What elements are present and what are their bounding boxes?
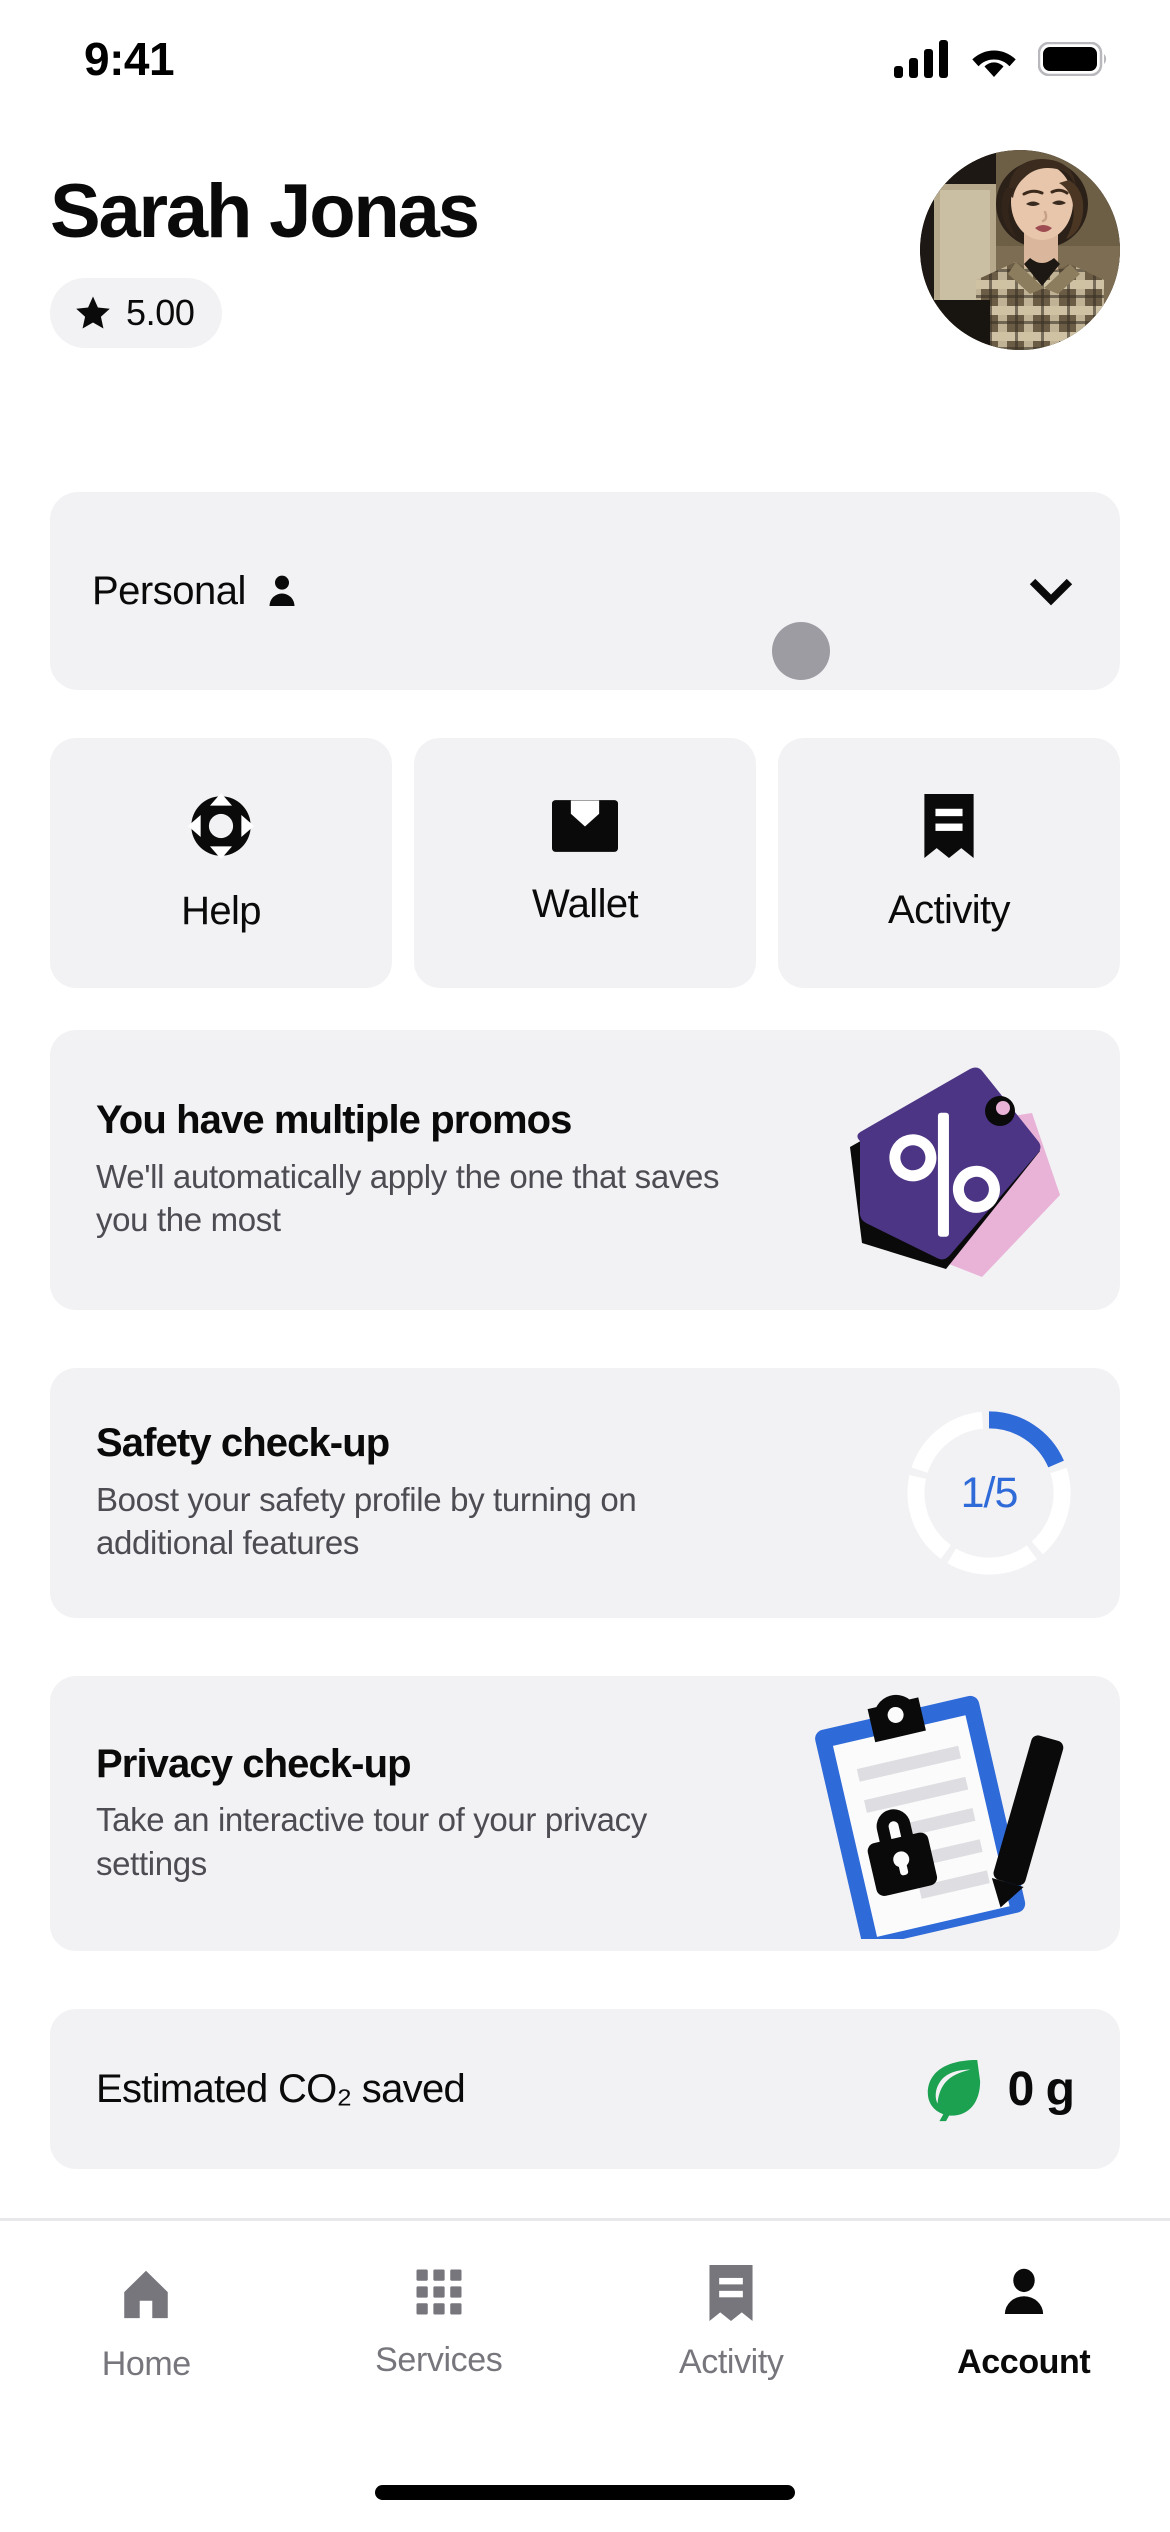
wifi-icon xyxy=(972,50,1016,77)
page-title: Sarah Jonas xyxy=(50,169,480,254)
card-privacy-checkup[interactable]: Privacy check-up Take an interactive tou… xyxy=(50,1676,1120,1951)
lifebuoy-icon xyxy=(188,792,254,859)
tab-account-label: Account xyxy=(957,2343,1091,2381)
card-privacy-title: Privacy check-up xyxy=(96,1741,412,1786)
card-promos-text: You have multiple promos We'll automatic… xyxy=(96,1098,726,1242)
quick-action-wallet[interactable]: Wallet xyxy=(414,738,756,988)
receipt-icon xyxy=(709,2265,753,2321)
quick-action-activity-label: Activity xyxy=(888,887,1010,932)
card-safety-art: 1/5 xyxy=(904,1408,1074,1578)
status-icons xyxy=(894,40,1108,78)
tab-account[interactable]: Account xyxy=(878,2265,1170,2382)
card-safety-checkup[interactable]: Safety check-up Boost your safety profil… xyxy=(50,1368,1120,1618)
person-icon xyxy=(1004,2268,1043,2314)
quick-action-help-label: Help xyxy=(181,888,261,933)
quick-action-activity[interactable]: Activity xyxy=(778,738,1120,988)
avatar-image xyxy=(920,150,1120,350)
rating-badge: 5.00 xyxy=(50,277,223,348)
battery-full-icon xyxy=(1038,42,1107,76)
card-co2-value-group: 0 g xyxy=(922,2056,1075,2122)
tab-activity[interactable]: Activity xyxy=(585,2265,878,2382)
home-indicator xyxy=(375,2485,795,2500)
card-safety-subtitle: Boost your safety profile by turning on … xyxy=(96,1480,637,1562)
account-type-label: Personal xyxy=(92,568,246,613)
safety-progress-label: 1/5 xyxy=(960,1468,1019,1517)
tab-activity-label: Activity xyxy=(679,2343,784,2381)
quick-actions-row: Help Wallet Activity xyxy=(50,738,1120,988)
card-co2-value: 0 g xyxy=(1007,2062,1075,2116)
account-type-current: Personal xyxy=(92,569,302,614)
tab-home-label: Home xyxy=(101,2345,192,2383)
status-bar: 9:41 xyxy=(0,0,1170,118)
card-privacy-text: Privacy check-up Take an interactive tou… xyxy=(96,1742,726,1886)
quick-action-wallet-label: Wallet xyxy=(531,881,639,926)
profile-header: Sarah Jonas 5.00 xyxy=(0,150,1170,350)
star-icon xyxy=(76,296,110,329)
chevron-down-icon[interactable] xyxy=(1024,564,1078,618)
card-promos-subtitle: We'll automatically apply the one that s… xyxy=(96,1157,720,1239)
bottom-tab-bar: Home Services Activity Account xyxy=(0,2221,1170,2421)
grid-icon xyxy=(416,2269,462,2315)
account-type-switcher[interactable]: Personal xyxy=(50,492,1120,690)
receipt-icon xyxy=(924,793,974,858)
wallet-icon xyxy=(552,799,618,852)
tab-home[interactable]: Home xyxy=(0,2265,293,2384)
card-promos-title: You have multiple promos xyxy=(96,1098,572,1143)
rating-value: 5.00 xyxy=(126,291,195,333)
cursor-indicator xyxy=(772,622,830,680)
promo-tag-illustration xyxy=(850,1067,1060,1277)
card-safety-text: Safety check-up Boost your safety profil… xyxy=(96,1421,726,1565)
card-safety-title: Safety check-up xyxy=(96,1421,390,1466)
card-privacy-subtitle: Take an interactive tour of your privacy… xyxy=(96,1801,647,1882)
card-co2-saved[interactable]: Estimated CO₂ saved 0 g xyxy=(50,2009,1120,2169)
app-screen: 9:41 Sarah Jonas 5.00 Personal Help Wall… xyxy=(0,0,1170,2532)
clipboard-lock-illustration xyxy=(815,1694,1064,1939)
card-co2-label: Estimated CO₂ saved xyxy=(96,2066,466,2111)
card-privacy-art xyxy=(794,1689,1074,1939)
person-icon xyxy=(269,575,295,606)
cellular-signal-icon xyxy=(894,40,948,78)
status-time: 9:41 xyxy=(84,33,175,85)
card-promos-art xyxy=(824,1055,1074,1285)
home-icon xyxy=(124,2270,168,2319)
leaf-icon xyxy=(927,2059,980,2122)
tab-services-label: Services xyxy=(375,2341,503,2379)
profile-header-text: Sarah Jonas 5.00 xyxy=(50,150,480,348)
avatar[interactable] xyxy=(920,150,1120,350)
tab-services[interactable]: Services xyxy=(293,2265,586,2380)
card-promos[interactable]: You have multiple promos We'll automatic… xyxy=(50,1030,1120,1310)
quick-action-help[interactable]: Help xyxy=(50,738,392,988)
safety-progress-ring: 1/5 xyxy=(904,1408,1074,1578)
